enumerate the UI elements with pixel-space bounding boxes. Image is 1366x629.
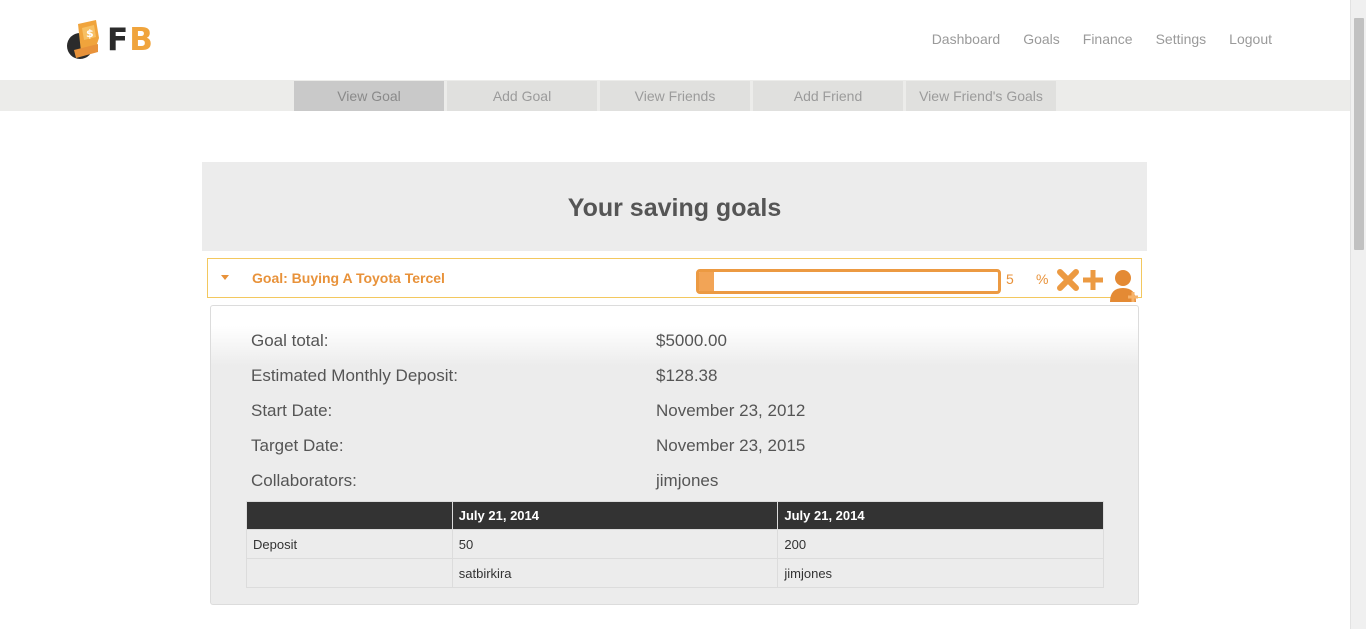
- detail-value-collaborators: jimjones: [656, 471, 719, 490]
- tab-add-friend[interactable]: Add Friend: [753, 81, 903, 111]
- caret-down-icon[interactable]: [221, 275, 229, 280]
- add-user-icon[interactable]: [1107, 268, 1143, 304]
- delete-icon[interactable]: [1056, 268, 1080, 292]
- nav-logout[interactable]: Logout: [1229, 31, 1272, 47]
- detail-value-monthly-deposit: $128.38: [656, 366, 718, 385]
- top-nav: Dashboard Goals Finance Settings Logout: [909, 31, 1272, 47]
- table-cell: 50: [451, 529, 779, 559]
- detail-label-monthly-deposit: Estimated Monthly Deposit:: [251, 366, 458, 385]
- table-row: satbirkira jimjones: [246, 558, 1104, 588]
- table-header-cell: July 21, 2014: [451, 501, 779, 530]
- tab-view-friends[interactable]: View Friends: [600, 81, 750, 111]
- detail-value-goal-total: $5000.00: [656, 331, 727, 350]
- nav-finance[interactable]: Finance: [1083, 31, 1133, 47]
- table-cell: [246, 558, 453, 588]
- nav-settings[interactable]: Settings: [1156, 31, 1207, 47]
- goal-accordion-header[interactable]: Goal: Buying A Toyota Tercel 5 %: [207, 258, 1142, 302]
- table-cell: Deposit: [246, 529, 453, 559]
- subnav: View Goal Add Goal View Friends Add Frie…: [294, 81, 1059, 111]
- tab-add-goal[interactable]: Add Goal: [447, 81, 597, 111]
- deposits-table: July 21, 2014 July 21, 2014 Deposit 50 2…: [246, 501, 1104, 588]
- logo-letter-f: F: [107, 22, 130, 58]
- goal-details-panel: Goal total: $5000.00 Estimated Monthly D…: [210, 305, 1139, 605]
- nav-goals[interactable]: Goals: [1023, 31, 1060, 47]
- page-title: Your saving goals: [567, 194, 782, 222]
- table-header-cell: July 21, 2014: [777, 501, 1104, 530]
- tab-view-goal[interactable]: View Goal: [294, 81, 444, 111]
- table-cell: jimjones: [777, 558, 1104, 588]
- logo-text: FB: [107, 18, 154, 62]
- tab-view-friends-goals[interactable]: View Friend's Goals: [906, 81, 1056, 111]
- add-icon[interactable]: [1080, 268, 1106, 292]
- progress-value: 5: [1006, 271, 1014, 287]
- page-title-panel: Your saving goals: [202, 162, 1147, 251]
- svg-text:$: $: [86, 27, 94, 40]
- detail-label-collaborators: Collaborators:: [251, 471, 357, 490]
- logo[interactable]: $ FB: [66, 18, 154, 62]
- table-header-row: July 21, 2014 July 21, 2014: [246, 501, 1104, 530]
- page-scrollbar[interactable]: [1350, 0, 1366, 629]
- detail-label-start-date: Start Date:: [251, 401, 333, 420]
- goal-progress-bar: [696, 269, 1001, 294]
- goal-title[interactable]: Goal: Buying A Toyota Tercel: [252, 270, 445, 286]
- scrollbar-thumb[interactable]: [1354, 18, 1364, 250]
- progress-fill: [699, 272, 714, 291]
- detail-label-target-date: Target Date:: [251, 436, 344, 455]
- page: $ FB Dashboard Goals Finance Settings Lo…: [0, 0, 1366, 629]
- detail-label-goal-total: Goal total:: [251, 331, 329, 350]
- table-header-cell: [246, 501, 453, 530]
- progress-percent-sign: %: [1036, 271, 1049, 287]
- table-cell: 200: [777, 529, 1104, 559]
- table-row: Deposit 50 200: [246, 529, 1104, 559]
- table-cell: satbirkira: [451, 558, 779, 588]
- detail-value-start-date: November 23, 2012: [656, 401, 806, 420]
- nav-dashboard[interactable]: Dashboard: [932, 31, 1001, 47]
- logo-coin-icon: $: [66, 18, 104, 62]
- detail-value-target-date: November 23, 2015: [656, 436, 806, 455]
- logo-letter-b: B: [129, 22, 154, 58]
